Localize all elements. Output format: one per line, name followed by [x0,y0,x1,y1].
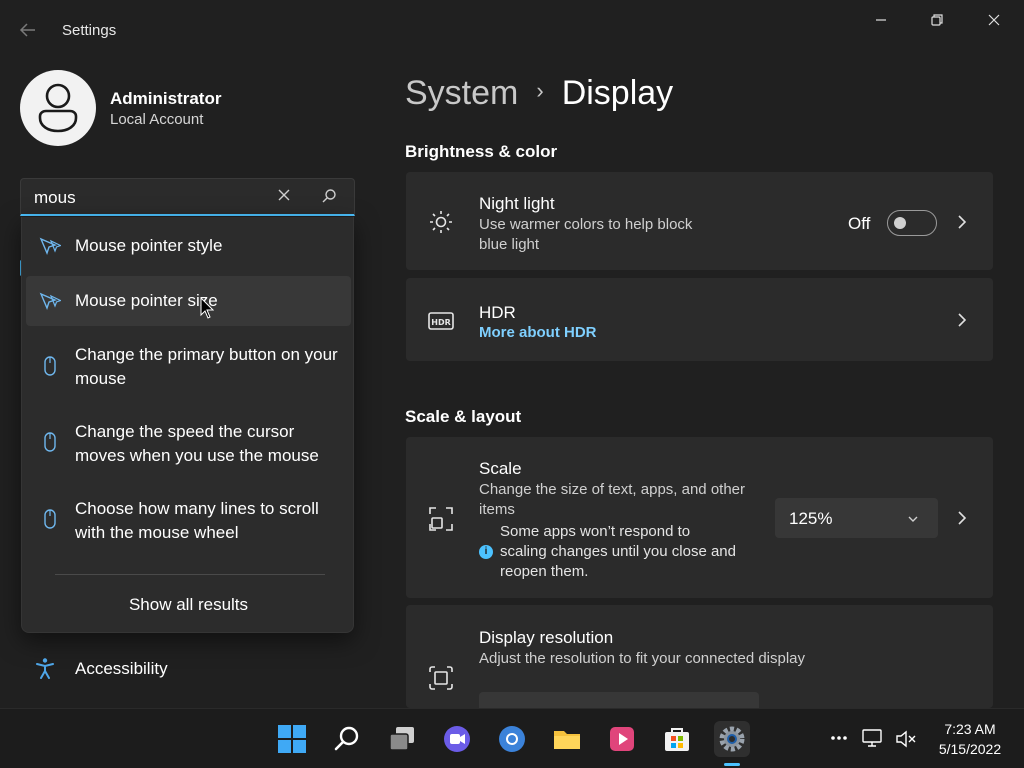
clock[interactable]: 7:23 AM 5/15/2022 [925,719,1015,759]
breadcrumb-parent[interactable]: System [405,74,518,112]
search-result-label: Choose how many lines to scroll with the… [75,499,319,542]
hdr-card[interactable]: HDR HDR More about HDR [406,278,993,361]
toggle-state-label: Off [848,214,871,233]
browser-app-button[interactable] [494,721,530,757]
chevron-down-icon [907,512,919,524]
app-title: Settings [62,22,117,39]
gear-icon [719,726,745,752]
search-icon[interactable] [321,188,341,208]
chevron-right-icon[interactable] [955,214,969,230]
clock-time: 7:23 AM [944,721,996,737]
account-name: Administrator [110,89,222,108]
mouse-icon [39,431,61,453]
search-input[interactable]: mous [20,178,355,216]
sidebar-item-accessibility[interactable]: Accessibility [30,655,230,685]
windows-icon [278,725,306,753]
night-light-icon [428,209,454,235]
hdr-icon-text: HDR [431,318,451,327]
chevron-right-icon: › [536,78,544,103]
search-result-label: Change the speed the cursor moves when y… [75,422,319,465]
scale-dropdown-value: 125% [789,509,833,528]
taskbar-search-button[interactable] [329,721,365,757]
close-button[interactable] [974,8,1014,32]
minimize-button[interactable] [861,8,901,32]
search-result[interactable]: Choose how many lines to scroll with the… [26,484,351,556]
section-title: Scale & layout [405,407,522,426]
search-result-label: Change the primary button on your mouse [75,345,338,388]
sidebar-item-label: Accessibility [75,659,168,678]
search-result[interactable]: Change the primary button on your mouse [26,331,351,403]
info-icon: i [479,545,493,559]
settings-app-button[interactable] [714,721,750,757]
avatar[interactable] [20,70,96,146]
store-icon [665,728,689,751]
display-resolution-card: Display resolution Adjust the resolution… [406,605,993,712]
hdr-icon: HDR [428,308,454,334]
volume-muted-icon[interactable] [895,729,917,754]
file-explorer-button[interactable] [549,721,585,757]
search-result-label: Mouse pointer style [75,236,223,255]
restore-button[interactable] [917,8,957,32]
scale-note: Some apps won’t respond to scaling chang… [500,523,736,580]
search-result[interactable]: Change the speed the cursor moves when y… [26,407,351,479]
accessibility-icon [34,657,56,679]
scale-dropdown[interactable]: 125% [775,498,938,538]
task-view-icon [389,727,414,751]
card-title: Night light [479,194,555,213]
folder-icon [554,731,580,749]
chat-icon [444,726,470,752]
task-view-button[interactable] [384,721,420,757]
card-description: Adjust the resolution to fit your connec… [479,650,806,667]
mouse-cursor-icon [200,297,214,319]
network-icon[interactable] [862,729,884,754]
show-all-results-button[interactable]: Show all results [22,595,355,615]
mouse-icon [39,355,61,377]
back-arrow-icon[interactable] [18,20,42,42]
card-title: HDR [479,303,516,322]
taskbar: 7:23 AM 5/15/2022 [0,708,1024,768]
card-description: Change the size of text, apps, and other… [479,481,746,518]
night-light-toggle[interactable] [887,210,937,236]
divider [55,574,325,575]
chrome-icon [499,726,525,752]
mouse-icon [39,508,61,530]
account-type: Local Account [110,111,204,128]
resolution-icon [428,665,454,691]
night-light-card[interactable]: Night light Use warmer colors to help bl… [406,172,993,270]
scale-icon [428,506,454,532]
user-icon [38,83,78,133]
card-title: Display resolution [479,628,614,647]
search-suggestions: Mouse pointer style Mouse pointer size C… [21,217,354,633]
card-title: Scale [479,459,522,478]
toggle-knob [894,217,906,229]
scale-card: Scale Change the size of text, apps, and… [406,437,993,598]
mouse-pointer-icon [39,235,63,257]
more-icon[interactable] [830,729,848,752]
chat-app-button[interactable] [439,721,475,757]
start-button[interactable] [274,721,310,757]
more-about-hdr-link[interactable]: More about HDR [479,324,597,341]
search-value: mous [34,188,76,207]
media-player-icon [610,727,634,751]
mouse-pointer-icon [39,290,63,312]
page-title: Display [561,74,674,112]
media-app-button[interactable] [604,721,640,757]
search-icon [334,726,359,751]
search-result[interactable]: Mouse pointer size [26,276,351,326]
chevron-right-icon[interactable] [955,510,969,526]
clear-icon[interactable] [277,188,295,206]
clock-date: 5/15/2022 [938,741,1002,757]
store-app-button[interactable] [659,721,695,757]
active-app-indicator [724,763,740,766]
title-bar: Settings [0,0,1024,60]
card-description: Use warmer colors to help block blue lig… [479,216,693,253]
breadcrumb: System › Display [405,74,673,113]
section-title: Brightness & color [405,142,558,161]
chevron-right-icon[interactable] [955,312,969,328]
search-result[interactable]: Mouse pointer style [26,221,351,271]
